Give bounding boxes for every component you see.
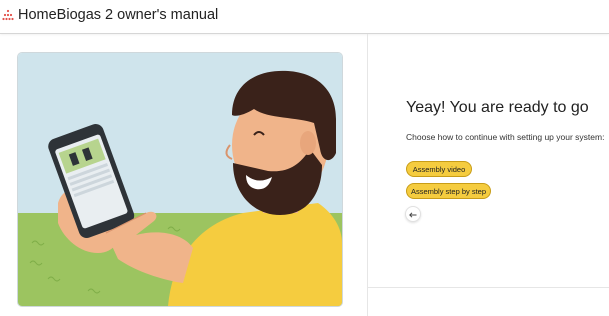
assembly-video-button[interactable]: Assembly video	[406, 161, 472, 177]
panel-divider	[367, 34, 368, 316]
hero-illustration	[17, 52, 343, 307]
back-button[interactable]	[405, 206, 421, 222]
homebiogas-logo-icon	[2, 8, 14, 22]
panel-footer-divider	[368, 287, 609, 288]
header-divider	[0, 33, 609, 34]
arrow-left-icon	[409, 205, 417, 223]
page-heading: Yeay! You are ready to go	[406, 99, 589, 116]
app-title: HomeBiogas 2 owner's manual	[18, 7, 219, 23]
instruction-text: Choose how to continue with setting up y…	[406, 132, 605, 142]
app-header: HomeBiogas 2 owner's manual	[0, 0, 609, 33]
assembly-step-by-step-button[interactable]: Assembly step by step	[406, 183, 491, 199]
